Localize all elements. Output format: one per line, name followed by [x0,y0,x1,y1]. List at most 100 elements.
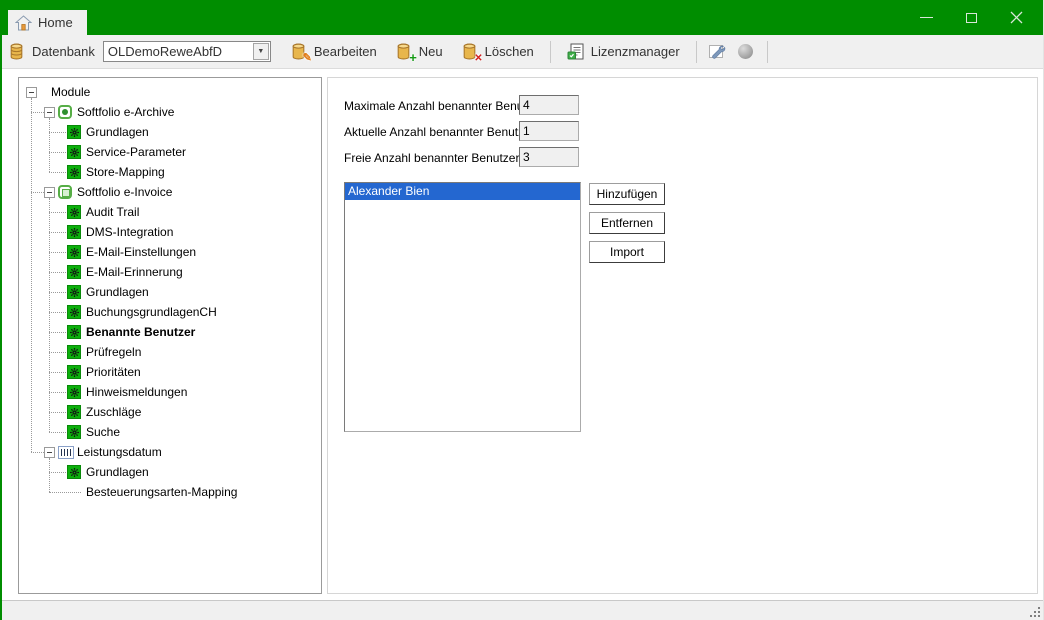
lizenzmanager-label: Lizenzmanager [591,44,680,59]
delete-database-icon: ✕ [461,43,478,60]
tree-item-label: Softfolio e-Archive [77,105,174,119]
max-users-label: Maximale Anzahl benannter Benutzer [344,99,543,113]
import-button[interactable]: Import [589,241,665,263]
database-icon [8,43,25,60]
tree-item-service-parameter[interactable]: Service-Parameter [19,142,321,162]
neu-button[interactable]: + Neu [386,40,452,63]
globe-button[interactable] [732,39,760,65]
tree-item-zuschl-ge[interactable]: Zuschläge [19,402,321,422]
gear-icon [67,365,81,379]
globe-icon [738,44,753,59]
free-users-field[interactable] [519,147,579,167]
tree-item-leistungsdatum[interactable]: Leistungsdatum [19,442,321,462]
gear-icon [67,465,81,479]
tree-item-label: BuchungsgrundlagenCH [86,305,217,319]
tree-item-pr-fregeln[interactable]: Prüfregeln [19,342,321,362]
named-users-listbox[interactable]: Alexander Bien [344,182,581,432]
tree-item-module[interactable]: Module [19,82,321,102]
tree-item-label: Besteuerungsarten-Mapping [86,485,237,499]
gear-icon [67,205,81,219]
gear-icon [67,145,81,159]
softfolio-archive-icon [58,105,72,119]
gear-icon [67,425,81,439]
tree-item-label: E-Mail-Einstellungen [86,245,196,259]
toolbar-separator [696,41,697,63]
gear-icon [67,285,81,299]
settings-panel: Maximale Anzahl benannter Benutzer Aktue… [327,77,1038,594]
maximize-icon [966,13,977,23]
tree-item-audit-trail[interactable]: Audit Trail [19,202,321,222]
toolbar-separator [550,41,551,63]
tree-item-label: Benannte Benutzer [86,325,195,339]
expander-minus-icon[interactable] [44,187,55,198]
softfolio-invoice-icon [58,185,72,199]
tree-item-suche[interactable]: Suche [19,422,321,442]
current-users-label: Aktuelle Anzahl benannter Benutzer [344,125,535,139]
max-users-field[interactable] [519,95,579,115]
workspace: Module Softfolio e-Archive Grundlagen Servi… [2,68,1043,600]
tree-item-grundlagen[interactable]: Grundlagen [19,282,321,302]
tree-item-softfolio-e-archive[interactable]: Softfolio e-Archive [19,102,321,122]
tree-item-e-mail-einstellungen[interactable]: E-Mail-Einstellungen [19,242,321,262]
hinzufuegen-button[interactable]: Hinzufügen [589,183,665,205]
tree-connector-line [31,98,32,452]
statusbar [2,600,1043,620]
tree-item-benannte-benutzer[interactable]: Benannte Benutzer [19,322,321,342]
bearbeiten-button[interactable]: ✎ Bearbeiten [281,40,386,63]
tree-item-hinweismeldungen[interactable]: Hinweismeldungen [19,382,321,402]
tree-item-label: Prüfregeln [86,345,141,359]
gear-icon [67,265,81,279]
tree-item-dms-integration[interactable]: DMS-Integration [19,222,321,242]
tree-item-softfolio-e-invoice[interactable]: Softfolio e-Invoice [19,182,321,202]
tools-button[interactable] [704,39,732,65]
gear-icon [67,345,81,359]
tree-item-store-mapping[interactable]: Store-Mapping [19,162,321,182]
barcode-icon [58,446,74,459]
tree-item-label: Audit Trail [86,205,139,219]
tree-item-besteuerungsarten-mapping[interactable]: Besteuerungsarten-Mapping [19,482,321,502]
tree-item-buchungsgrundlagench[interactable]: BuchungsgrundlagenCH [19,302,321,322]
module-tree: Module Softfolio e-Archive Grundlagen Servi… [19,78,321,593]
gear-icon [67,225,81,239]
list-item[interactable]: Alexander Bien [345,183,580,200]
tree-connector-line [49,198,50,432]
tools-wrench-icon [708,42,727,61]
expander-minus-icon[interactable] [26,87,37,98]
tree-item-label: Suche [86,425,120,439]
tree-item-label: Zuschläge [86,405,141,419]
database-combobox[interactable]: OLDemoReweAbfD ▼ [103,41,271,62]
tree-item-label: Softfolio e-Invoice [77,185,172,199]
lizenzmanager-button[interactable]: Lizenzmanager [558,40,689,63]
license-manager-icon [567,43,584,60]
tree-item-grundlagen[interactable]: Grundlagen [19,122,321,142]
tree-item-e-mail-erinnerung[interactable]: E-Mail-Erinnerung [19,262,321,282]
tree-item-label: Module [51,85,90,99]
tree-item-priorit-ten[interactable]: Prioritäten [19,362,321,382]
close-button[interactable] [994,0,1039,35]
loeschen-button[interactable]: ✕ Löschen [452,40,543,63]
expander-minus-icon[interactable] [44,447,55,458]
edit-database-icon: ✎ [290,43,307,60]
tree-item-label: DMS-Integration [86,225,173,239]
tree-connector-line [49,118,50,172]
titlebar: Home [2,0,1043,35]
database-label: Datenbank [32,44,95,59]
maximize-button[interactable] [949,0,994,35]
resize-grip-icon[interactable] [1038,615,1040,617]
tree-item-grundlagen[interactable]: Grundlagen [19,462,321,482]
new-database-icon: + [395,43,412,60]
close-icon [1010,11,1023,24]
expander-minus-icon[interactable] [44,107,55,118]
current-users-field[interactable] [519,121,579,141]
minimize-button[interactable] [904,0,949,35]
window-controls [904,0,1039,35]
module-tree-panel: Module Softfolio e-Archive Grundlagen Servi… [18,77,322,594]
tree-item-label: Service-Parameter [86,145,186,159]
combo-dropdown-arrow-icon[interactable]: ▼ [253,43,269,60]
entfernen-button[interactable]: Entfernen [589,212,665,234]
gear-icon [67,125,81,139]
tree-item-label: Grundlagen [86,465,149,479]
tree-item-label: E-Mail-Erinnerung [86,265,183,279]
free-users-label: Freie Anzahl benannter Benutzer [344,151,519,165]
tab-home[interactable]: Home [8,10,87,35]
